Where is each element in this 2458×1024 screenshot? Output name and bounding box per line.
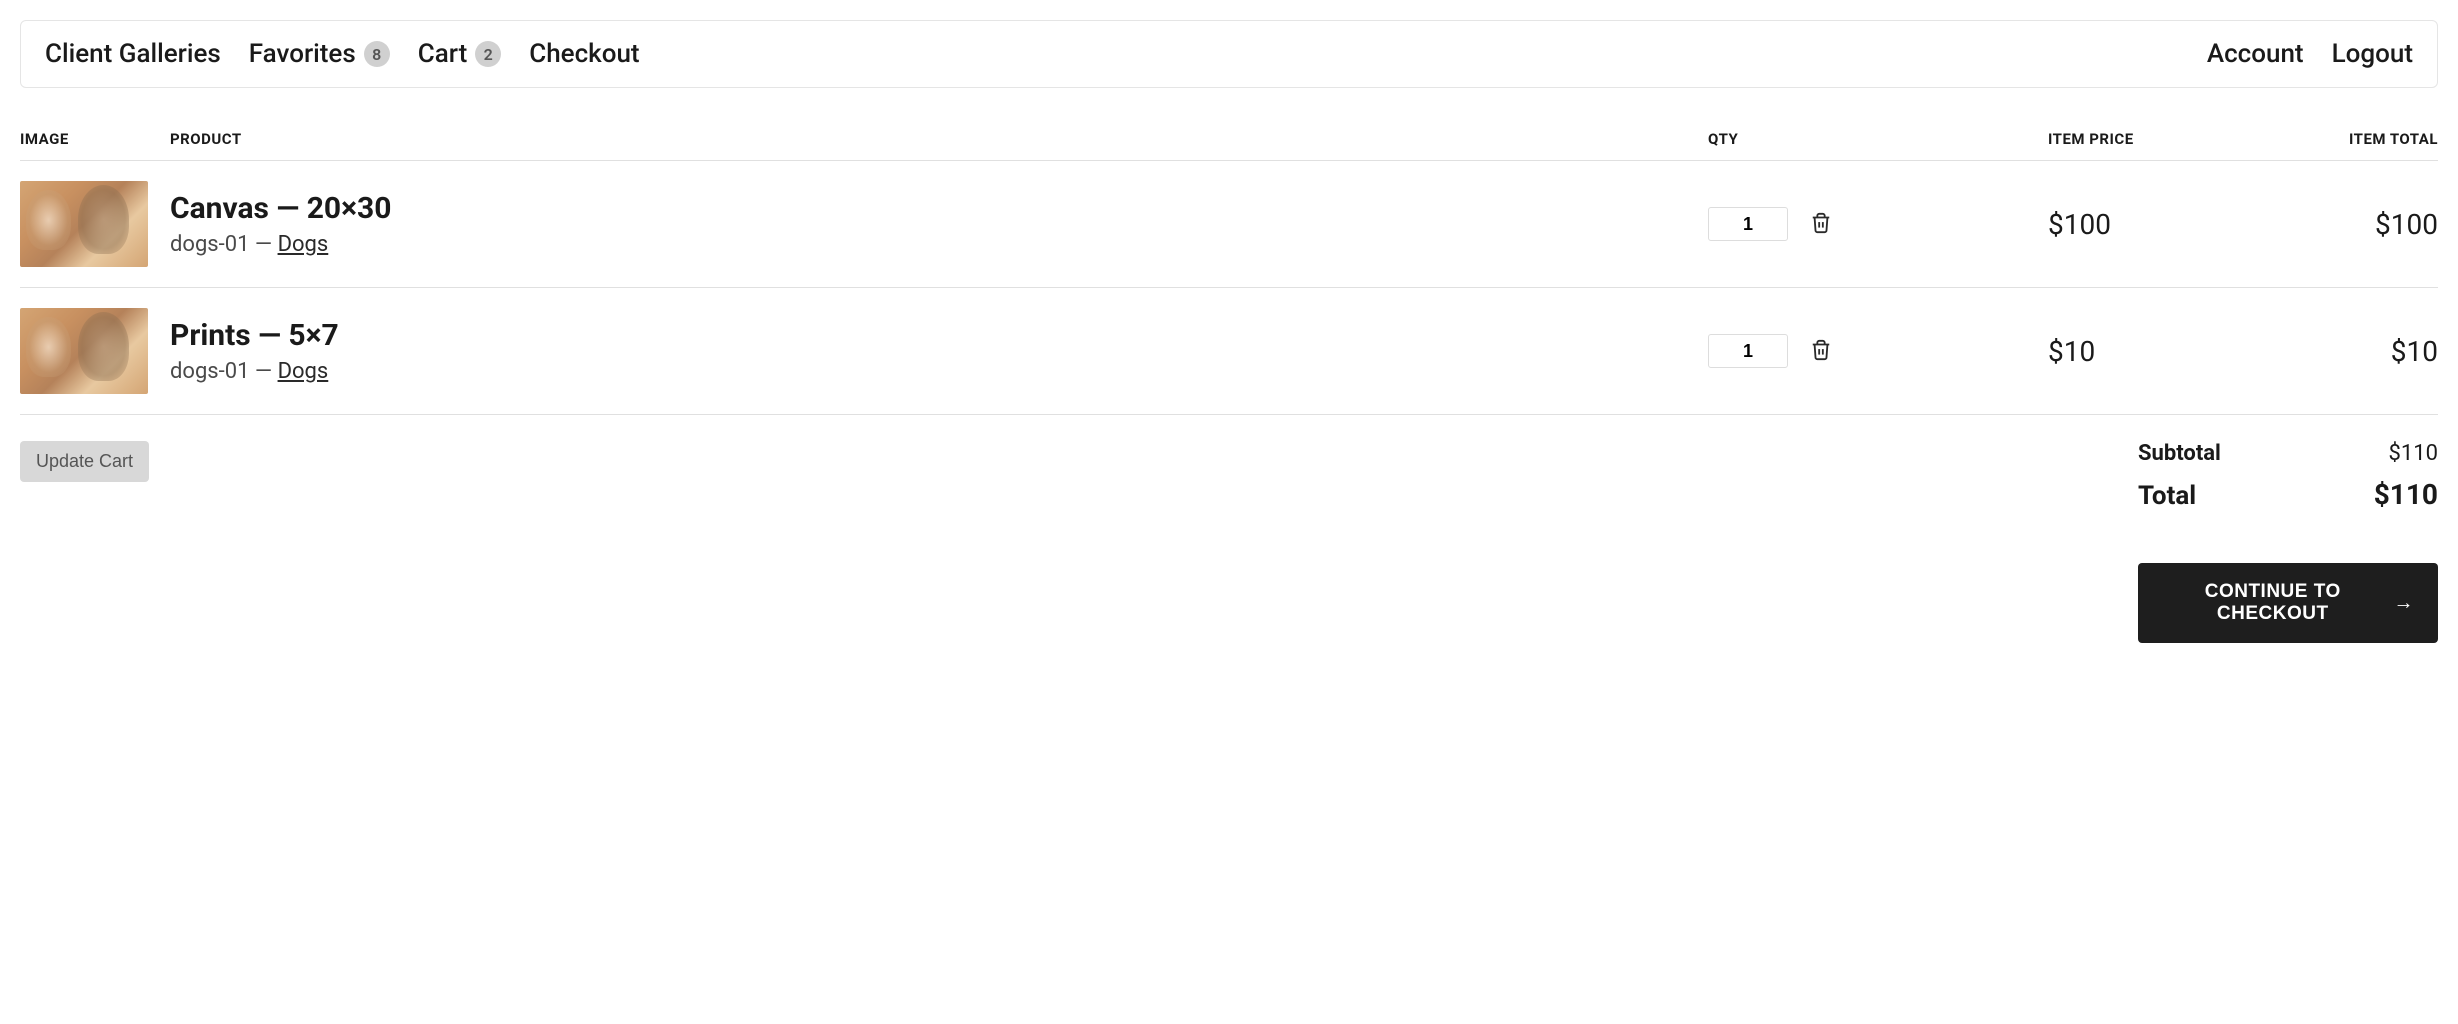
qty-input[interactable] [1708, 334, 1788, 368]
col-header-qty: QTY [1708, 118, 2048, 161]
item-total: $100 [2258, 208, 2438, 241]
navbar: Client Galleries Favorites 8 Cart 2 Chec… [20, 20, 2438, 88]
nav-right: Account Logout [2207, 39, 2413, 69]
cart-footer: Update Cart Subtotal $110 Total $110 CON… [20, 441, 2438, 643]
product-meta-prefix: dogs-01 — [170, 232, 278, 257]
trash-icon [1810, 349, 1832, 364]
favorites-badge: 8 [364, 41, 390, 67]
update-cart-button[interactable]: Update Cart [20, 441, 149, 482]
cart-table: IMAGE PRODUCT QTY ITEM PRICE ITEM TOTAL … [20, 118, 2438, 415]
product-thumbnail[interactable] [20, 181, 148, 267]
item-total: $10 [2258, 335, 2438, 368]
col-header-product: PRODUCT [170, 118, 1708, 161]
nav-label: Checkout [529, 39, 639, 69]
subtotal-value: $110 [2389, 441, 2438, 466]
gallery-link[interactable]: Dogs [278, 359, 329, 384]
nav-favorites[interactable]: Favorites 8 [249, 39, 390, 69]
nav-label: Logout [2332, 39, 2413, 69]
item-price: $10 [2048, 335, 2095, 368]
nav-logout[interactable]: Logout [2332, 39, 2413, 69]
qty-input[interactable] [1708, 207, 1788, 241]
cart-row: Canvas — 20×30 dogs-01 — Dogs $100 [20, 161, 2438, 288]
col-header-price: ITEM PRICE [2048, 118, 2258, 161]
nav-label: Favorites [249, 39, 356, 69]
remove-button[interactable] [1806, 208, 1836, 241]
cart-row: Prints — 5×7 dogs-01 — Dogs $10 [20, 288, 2438, 415]
subtotal-label: Subtotal [2138, 441, 2221, 466]
nav-label: Account [2207, 39, 2304, 69]
nav-label: Cart [418, 39, 467, 69]
arrow-right-icon: → [2394, 592, 2415, 615]
product-meta: dogs-01 — Dogs [170, 359, 1708, 384]
item-price: $100 [2048, 208, 2111, 241]
product-thumbnail[interactable] [20, 308, 148, 394]
nav-left: Client Galleries Favorites 8 Cart 2 Chec… [45, 39, 640, 69]
col-header-total: ITEM TOTAL [2258, 118, 2438, 161]
product-meta: dogs-01 — Dogs [170, 232, 1708, 257]
nav-account[interactable]: Account [2207, 39, 2304, 69]
nav-checkout[interactable]: Checkout [529, 39, 639, 69]
product-meta-prefix: dogs-01 — [170, 359, 278, 384]
nav-label: Client Galleries [45, 39, 221, 69]
product-title: Canvas — 20×30 [170, 191, 1708, 226]
checkout-label: CONTINUE TO CHECKOUT [2162, 581, 2384, 625]
nav-cart[interactable]: Cart 2 [418, 39, 501, 69]
nav-client-galleries[interactable]: Client Galleries [45, 39, 221, 69]
totals-panel: Subtotal $110 Total $110 CONTINUE TO CHE… [2138, 441, 2438, 643]
gallery-link[interactable]: Dogs [278, 232, 329, 257]
continue-checkout-button[interactable]: CONTINUE TO CHECKOUT → [2138, 563, 2438, 643]
total-value: $110 [2374, 478, 2438, 511]
remove-button[interactable] [1806, 335, 1836, 368]
col-header-image: IMAGE [20, 118, 170, 161]
product-title: Prints — 5×7 [170, 318, 1708, 353]
total-label: Total [2138, 481, 2196, 511]
trash-icon [1810, 222, 1832, 237]
cart-badge: 2 [475, 41, 501, 67]
